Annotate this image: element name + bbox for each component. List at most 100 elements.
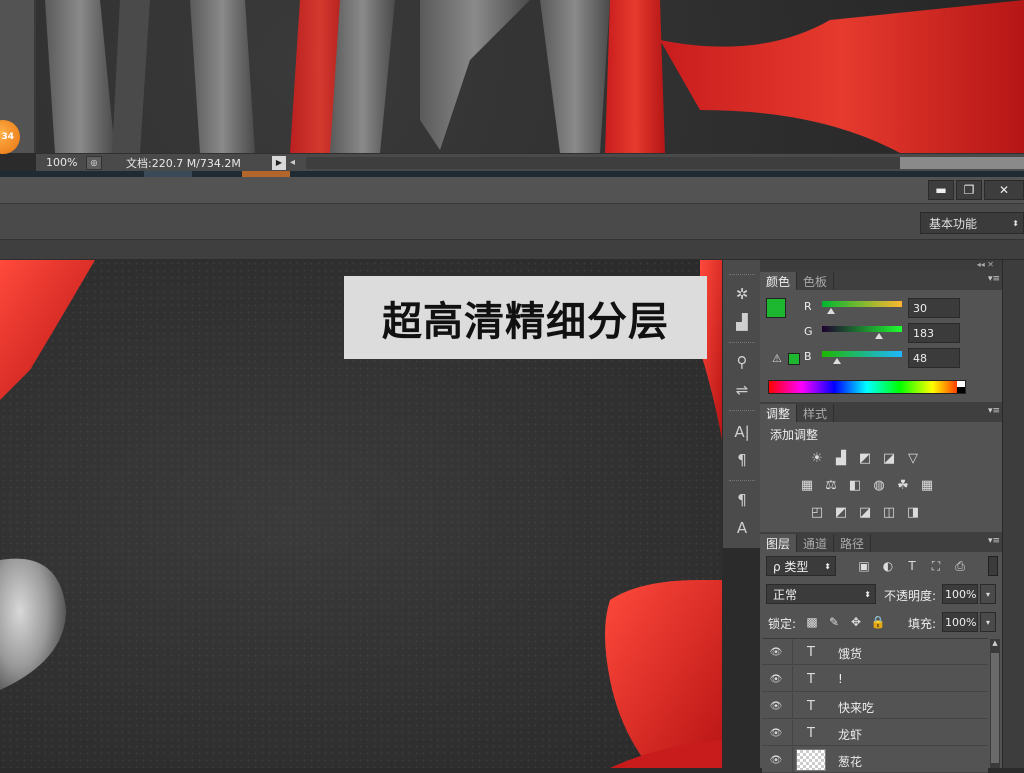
- character-icon[interactable]: A|: [729, 420, 755, 444]
- layer-row[interactable]: 👁 T !: [762, 666, 988, 692]
- photo-filter-icon[interactable]: ◍: [870, 477, 888, 493]
- tab-adjustments[interactable]: 调整: [760, 404, 798, 422]
- levels-icon[interactable]: ▟: [832, 450, 850, 466]
- slider-thumb-b[interactable]: [833, 358, 842, 364]
- filter-shape-icon[interactable]: ⛶: [928, 558, 944, 574]
- gamut-color-swatch[interactable]: [788, 353, 800, 365]
- panel-menu-icon[interactable]: ▾≡: [988, 406, 1000, 416]
- layer-row[interactable]: 👁 T 龙虾: [762, 720, 988, 746]
- black-white-icon[interactable]: ◧: [846, 477, 864, 493]
- color-slider-b[interactable]: B 48: [804, 348, 1004, 368]
- channel-mixer-icon[interactable]: ☘: [894, 477, 912, 493]
- tab-color[interactable]: 颜色: [760, 272, 798, 290]
- exposure-icon[interactable]: ◪: [880, 450, 898, 466]
- visibility-eye-icon[interactable]: 👁: [768, 725, 784, 741]
- brush-presets-icon[interactable]: ⚲: [729, 350, 755, 374]
- status-menu-arrow-icon[interactable]: ▶: [272, 155, 286, 170]
- panel-menu-icon[interactable]: ▾≡: [988, 274, 1000, 284]
- tab-swatches[interactable]: 色板: [797, 272, 835, 290]
- tab-paths[interactable]: 路径: [834, 534, 872, 552]
- layer-row[interactable]: 👁 T 快来吃: [762, 693, 988, 719]
- filter-toggle[interactable]: [988, 556, 998, 576]
- fill-field[interactable]: 100%: [942, 612, 978, 632]
- lock-all-icon[interactable]: 🔒: [870, 614, 886, 630]
- color-slider-g[interactable]: G 183: [804, 323, 1004, 343]
- opacity-field[interactable]: 100%: [942, 584, 978, 604]
- foreground-color-swatch[interactable]: [766, 298, 786, 318]
- minimize-button[interactable]: ▬: [928, 180, 954, 200]
- character-styles-icon[interactable]: A: [729, 516, 755, 540]
- horizontal-scrollbar[interactable]: [306, 156, 1024, 169]
- filter-type-icon[interactable]: T: [904, 558, 920, 574]
- layer-name[interactable]: 快来吃: [838, 699, 874, 716]
- layer-name[interactable]: 葱花: [838, 753, 862, 770]
- visibility-eye-icon[interactable]: 👁: [768, 698, 784, 714]
- slider-bar-b[interactable]: [822, 351, 902, 357]
- slider-thumb-r[interactable]: [827, 308, 836, 314]
- restore-button[interactable]: ❐: [956, 180, 982, 200]
- layer-filter-type-select[interactable]: ρ 类型 ⬍: [766, 556, 836, 576]
- panel-menu-icon[interactable]: ▾≡: [988, 536, 1000, 546]
- hue-saturation-icon[interactable]: ▦: [798, 477, 816, 493]
- value-field-b[interactable]: 48: [908, 348, 960, 368]
- scroll-up-icon[interactable]: ▲: [991, 639, 999, 649]
- dock-grip[interactable]: [729, 410, 755, 413]
- tab-layers[interactable]: 图层: [760, 534, 798, 552]
- status-info-icon[interactable]: ◎: [86, 155, 102, 170]
- brightness-contrast-icon[interactable]: ☀: [808, 450, 826, 466]
- slider-bar-g[interactable]: [822, 326, 902, 332]
- fill-dropdown-icon[interactable]: ▾: [980, 612, 996, 632]
- zoom-level[interactable]: 100%: [36, 156, 86, 169]
- visibility-eye-icon[interactable]: 👁: [768, 752, 784, 768]
- close-button[interactable]: ✕: [984, 180, 1024, 200]
- layer-row[interactable]: 👁 葱花: [762, 747, 988, 773]
- black-swatch[interactable]: [957, 387, 965, 393]
- filter-adjustment-icon[interactable]: ◐: [880, 558, 896, 574]
- color-lookup-icon[interactable]: ▦: [918, 477, 936, 493]
- paragraph-styles-icon[interactable]: ¶: [729, 488, 755, 512]
- visibility-eye-icon[interactable]: 👁: [768, 671, 784, 687]
- gradient-map-icon[interactable]: ◨: [904, 504, 922, 520]
- threshold-icon[interactable]: ◪: [856, 504, 874, 520]
- lock-position-icon[interactable]: ✥: [848, 614, 864, 630]
- scrollbar-thumb[interactable]: [991, 653, 999, 763]
- invert-icon[interactable]: ◰: [808, 504, 826, 520]
- workspace-selector[interactable]: 基本功能 ⬍: [920, 212, 1024, 234]
- filter-pixel-icon[interactable]: ▣: [856, 558, 872, 574]
- lock-image-pixels-icon[interactable]: ✎: [826, 614, 842, 630]
- tool-presets-icon[interactable]: ⇌: [729, 378, 755, 402]
- color-spectrum-ramp[interactable]: [768, 380, 966, 394]
- dock-grip[interactable]: [729, 480, 755, 483]
- tab-styles[interactable]: 样式: [797, 404, 835, 422]
- lock-transparent-pixels-icon[interactable]: ▩: [804, 614, 820, 630]
- top-document-canvas[interactable]: [0, 0, 1024, 153]
- layer-row[interactable]: 👁 T 饿货: [762, 639, 988, 665]
- histogram-icon[interactable]: ▟: [729, 310, 755, 334]
- blend-mode-select[interactable]: 正常 ⬍: [766, 584, 876, 604]
- visibility-eye-icon[interactable]: 👁: [768, 644, 784, 660]
- posterize-icon[interactable]: ◩: [832, 504, 850, 520]
- layer-name[interactable]: 饿货: [838, 645, 862, 662]
- curves-icon[interactable]: ◩: [856, 450, 874, 466]
- navigator-icon[interactable]: ✲: [729, 282, 755, 306]
- layer-name[interactable]: 龙虾: [838, 726, 862, 743]
- slider-thumb-g[interactable]: [875, 333, 884, 339]
- vibrance-icon[interactable]: ▽: [904, 450, 922, 466]
- scrollbar-thumb[interactable]: [900, 156, 1024, 169]
- dock-grip[interactable]: [729, 274, 755, 277]
- opacity-dropdown-icon[interactable]: ▾: [980, 584, 996, 604]
- color-slider-r[interactable]: R 30: [804, 298, 1004, 318]
- filter-smart-object-icon[interactable]: ⎙: [952, 558, 968, 574]
- color-balance-icon[interactable]: ⚖: [822, 477, 840, 493]
- paragraph-icon[interactable]: ¶: [729, 448, 755, 472]
- gamut-warning-icon[interactable]: ⚠: [772, 352, 782, 365]
- selective-color-icon[interactable]: ◫: [880, 504, 898, 520]
- value-field-g[interactable]: 183: [908, 323, 960, 343]
- scroll-left-icon[interactable]: ◂: [286, 157, 298, 168]
- layer-name[interactable]: !: [838, 672, 843, 686]
- tab-channels[interactable]: 通道: [797, 534, 835, 552]
- layers-scrollbar[interactable]: ▲: [990, 639, 1000, 768]
- dock-grip[interactable]: [729, 342, 755, 345]
- slider-bar-r[interactable]: [822, 301, 902, 307]
- value-field-r[interactable]: 30: [908, 298, 960, 318]
